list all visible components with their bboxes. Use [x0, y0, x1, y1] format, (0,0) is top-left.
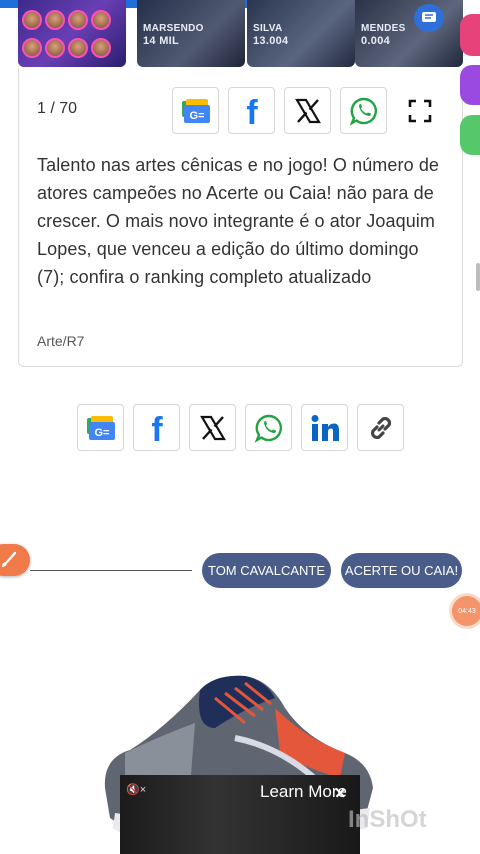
fullscreen-button[interactable] — [396, 87, 443, 134]
side-panel-tab[interactable] — [460, 65, 480, 105]
edit-floating-button[interactable] — [0, 544, 30, 576]
google-news-icon: G= — [181, 98, 210, 123]
svg-text:f: f — [151, 413, 163, 443]
close-ad-button[interactable]: × — [335, 783, 346, 804]
tag-acerte-ou-caia[interactable]: ACERTE OU CAIA! — [341, 553, 462, 588]
gallery-thumbnail[interactable]: MENDES 0.004 — [355, 0, 463, 67]
chat-bubble-button[interactable] — [414, 4, 444, 32]
facebook-share-button[interactable]: f — [228, 87, 275, 134]
fullscreen-icon — [408, 99, 431, 122]
svg-text:G=: G= — [94, 427, 109, 439]
side-panel-tab[interactable] — [460, 14, 480, 56]
gallery-counter: 1 / 70 — [37, 100, 78, 117]
learn-more-button[interactable]: Learn More — [260, 782, 347, 802]
google-news-share-button[interactable]: G= — [172, 87, 219, 134]
image-credit: Arte/R7 — [37, 333, 85, 349]
facebook-icon: f — [246, 96, 258, 126]
tag-tom-cavalcante[interactable]: TOM CAVALCANTE — [202, 553, 331, 588]
whatsapp-share-button[interactable] — [340, 87, 387, 134]
gallery-thumbnails: MARSENDO 14 MIL SILVA 13.004 MENDES 0.00… — [18, 0, 480, 68]
x-icon — [294, 98, 321, 123]
brush-icon — [2, 551, 17, 567]
whatsapp-icon — [254, 414, 282, 443]
gallery-thumbnail[interactable] — [18, 0, 126, 67]
google-news-icon: G= — [86, 415, 115, 440]
facebook-share-button[interactable]: f — [133, 404, 180, 451]
link-icon — [370, 416, 391, 439]
page: MARSENDO 14 MIL SILVA 13.004 MENDES 0.00… — [0, 0, 480, 854]
scrollbar-thumb[interactable] — [476, 263, 480, 291]
svg-text:G=: G= — [189, 110, 204, 122]
chat-icon — [422, 12, 436, 22]
x-share-button[interactable] — [189, 404, 236, 451]
x-icon — [199, 415, 226, 440]
thumbnail-caption: SILVA 13.004 — [253, 23, 289, 47]
side-panel-tab[interactable] — [460, 115, 480, 155]
copy-link-button[interactable] — [357, 404, 404, 451]
mute-icon[interactable]: 🔇× — [126, 783, 146, 796]
whatsapp-share-button[interactable] — [245, 404, 292, 451]
facebook-icon: f — [151, 413, 163, 443]
app-watermark: InShOt — [348, 806, 427, 833]
tags-divider — [30, 570, 192, 571]
thumbnail-faces — [22, 10, 122, 62]
video-ad-player[interactable]: 🔇× Learn More × — [120, 775, 360, 854]
svg-text:f: f — [246, 96, 258, 126]
thumbnail-caption: MENDES 0.004 — [361, 23, 406, 47]
thumbnail-caption: MARSENDO 14 MIL — [143, 23, 204, 47]
gallery-thumbnail[interactable]: SILVA 13.004 — [247, 0, 355, 67]
linkedin-share-button[interactable] — [301, 404, 348, 451]
screen-recorder-bubble[interactable]: 04:43 — [452, 596, 480, 626]
x-share-button[interactable] — [284, 87, 331, 134]
gallery-thumbnail[interactable]: MARSENDO 14 MIL — [137, 0, 245, 67]
linkedin-icon — [311, 414, 339, 441]
whatsapp-icon — [349, 97, 377, 126]
google-news-share-button[interactable]: G= — [77, 404, 124, 451]
gallery-caption: Talento nas artes cênicas e no jogo! O n… — [37, 155, 440, 287]
